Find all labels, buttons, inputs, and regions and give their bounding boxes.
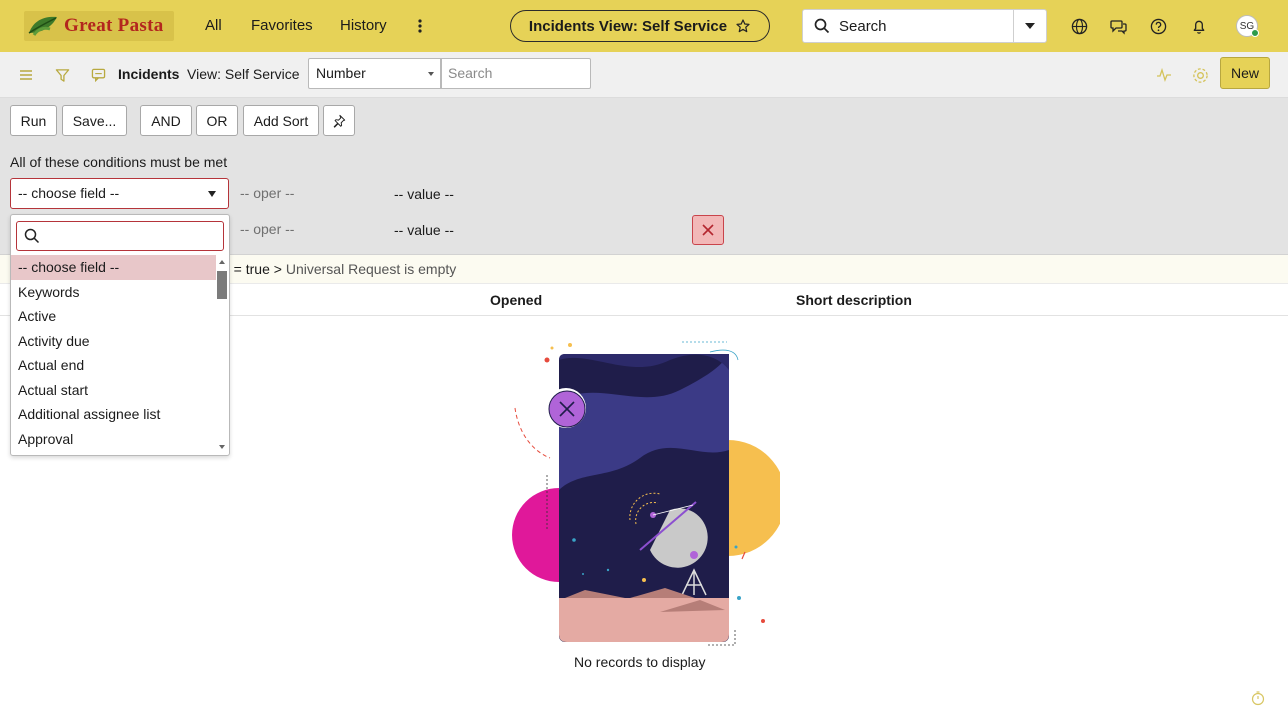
globe-icon[interactable]: [1069, 16, 1089, 36]
company-logo[interactable]: Great Pasta: [24, 11, 174, 41]
condition-value[interactable]: -- value --: [394, 222, 454, 238]
timer-icon[interactable]: [1250, 690, 1266, 706]
list-search-input[interactable]: Search: [441, 58, 591, 89]
scrollbar-thumb[interactable]: [217, 271, 227, 299]
empty-state-illustration: [512, 341, 780, 646]
star-icon[interactable]: [735, 18, 751, 34]
nav-history[interactable]: History: [340, 17, 387, 34]
caret-down-icon: [208, 191, 216, 197]
gear-icon[interactable]: [1191, 66, 1209, 84]
scroll-down-icon[interactable]: [219, 445, 225, 449]
and-button[interactable]: AND: [140, 105, 192, 136]
search-field-select-value: Number: [316, 65, 366, 81]
list-view-label: View: Self Service: [187, 66, 300, 82]
field-dropdown-scrollbar[interactable]: [216, 255, 228, 455]
online-status-dot: [1251, 29, 1259, 37]
logo-text: Great Pasta: [64, 15, 164, 36]
activity-pulse-icon[interactable]: [1155, 66, 1173, 84]
empty-state-message: No records to display: [574, 654, 706, 670]
field-option[interactable]: Activity due: [11, 329, 216, 354]
new-button[interactable]: New: [1220, 57, 1270, 89]
field-dropdown: -- choose field -- Keywords Active Activ…: [10, 214, 230, 456]
field-option[interactable]: Additional assignee list: [11, 402, 216, 427]
field-dropdown-search[interactable]: [16, 221, 224, 251]
bell-icon[interactable]: [1189, 16, 1209, 36]
context-pill-label: Incidents View: Self Service: [528, 17, 728, 35]
comment-icon[interactable]: [89, 66, 107, 84]
caret-down-icon: [1025, 23, 1035, 29]
context-pill[interactable]: Incidents View: Self Service: [510, 10, 770, 42]
field-option[interactable]: Actual start: [11, 378, 216, 403]
field-option-list: -- choose field -- Keywords Active Activ…: [11, 255, 216, 451]
search-icon: [813, 17, 831, 35]
search-scope-dropdown[interactable]: [1013, 10, 1046, 42]
chat-icon[interactable]: [1109, 16, 1129, 36]
filter-icon[interactable]: [53, 66, 71, 84]
global-search[interactable]: Search: [802, 9, 1047, 43]
search-icon: [24, 228, 40, 247]
user-avatar[interactable]: SG: [1236, 15, 1259, 37]
top-header: Great Pasta All Favorites History Incide…: [0, 0, 1288, 52]
pin-icon: [333, 114, 346, 128]
global-search-input[interactable]: Search: [839, 18, 1013, 35]
leaf-icon: [28, 16, 57, 36]
condition-operator[interactable]: -- oper --: [240, 185, 294, 201]
or-button[interactable]: OR: [196, 105, 238, 136]
delete-condition-button[interactable]: [692, 215, 724, 245]
search-field-select[interactable]: Number: [308, 58, 441, 89]
more-menu-icon[interactable]: [412, 15, 428, 37]
nav-all[interactable]: All: [205, 17, 222, 34]
scroll-up-icon[interactable]: [219, 260, 225, 264]
pin-button[interactable]: [323, 105, 355, 136]
list-header: Incidents View: Self Service Number Sear…: [0, 52, 1288, 98]
field-option[interactable]: Approval: [11, 427, 216, 452]
conditions-heading: All of these conditions must be met: [10, 154, 228, 170]
help-icon[interactable]: [1148, 16, 1168, 36]
condition-value[interactable]: -- value --: [394, 186, 454, 202]
field-option[interactable]: -- choose field --: [11, 255, 216, 280]
column-header-short-description[interactable]: Short description: [796, 292, 912, 308]
nav-favorites[interactable]: Favorites: [251, 17, 313, 34]
close-icon: [702, 224, 714, 236]
field-option[interactable]: Keywords: [11, 280, 216, 305]
run-button[interactable]: Run: [10, 105, 57, 136]
condition-operator[interactable]: -- oper --: [240, 221, 294, 237]
hamburger-menu-icon[interactable]: [17, 66, 35, 84]
column-header-opened[interactable]: Opened: [490, 292, 542, 308]
condition-field-value: -- choose field --: [18, 185, 120, 201]
breadcrumb-last[interactable]: Universal Request is empty: [286, 261, 456, 277]
save-button[interactable]: Save...: [62, 105, 127, 136]
add-sort-button[interactable]: Add Sort: [243, 105, 319, 136]
list-title: Incidents: [118, 66, 180, 82]
breadcrumb-separator: >: [273, 261, 282, 277]
caret-down-icon: [428, 72, 434, 76]
field-option[interactable]: Active: [11, 304, 216, 329]
condition-field-select[interactable]: -- choose field --: [10, 178, 229, 209]
field-option[interactable]: Actual end: [11, 353, 216, 378]
